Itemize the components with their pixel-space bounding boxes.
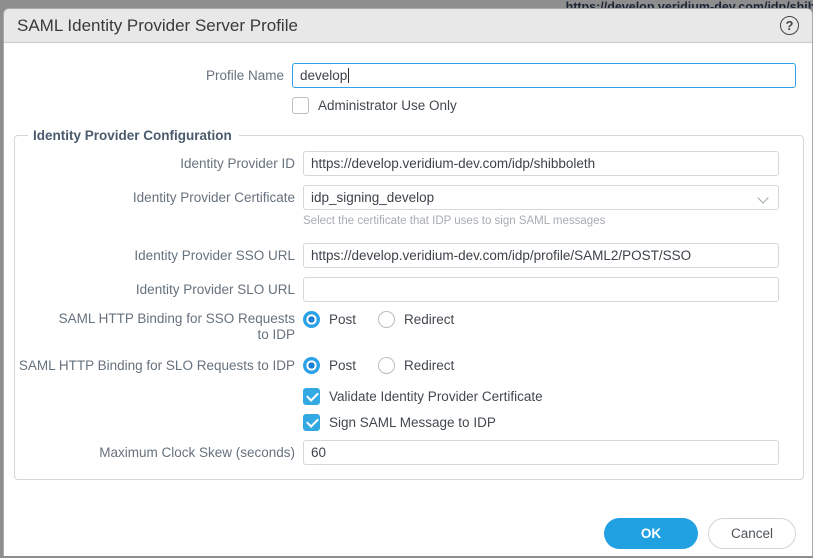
- sso-binding-radio-redirect[interactable]: [378, 311, 395, 328]
- sso-binding-label: SAML HTTP Binding for SSO Requests to ID…: [15, 311, 303, 343]
- sso-url-row: Identity Provider SSO URL: [15, 243, 779, 268]
- slo-binding-label: SAML HTTP Binding for SLO Requests to ID…: [15, 358, 303, 374]
- admin-use-only-checkbox[interactable]: [292, 97, 309, 114]
- sso-binding-radio-post[interactable]: [303, 311, 320, 328]
- idp-config-legend: Identity Provider Configuration: [28, 128, 239, 143]
- clock-skew-row: Maximum Clock Skew (seconds): [15, 440, 779, 465]
- idp-id-row: Identity Provider ID: [15, 151, 779, 176]
- profile-name-row: Profile Name: [4, 63, 796, 88]
- dialog-body: Profile Name Administrator Use Only Iden…: [4, 43, 812, 549]
- help-icon[interactable]: ?: [780, 16, 799, 35]
- slo-url-label: Identity Provider SLO URL: [15, 282, 303, 298]
- admin-use-only-label[interactable]: Administrator Use Only: [318, 98, 457, 113]
- validate-cert-checkbox[interactable]: [303, 388, 320, 405]
- idp-id-label: Identity Provider ID: [15, 156, 303, 172]
- slo-binding-radio-post[interactable]: [303, 357, 320, 374]
- sso-url-label: Identity Provider SSO URL: [15, 248, 303, 264]
- idp-id-input[interactable]: [303, 151, 779, 176]
- text-caret: [348, 68, 349, 83]
- sso-binding-row: SAML HTTP Binding for SSO Requests to ID…: [15, 311, 779, 343]
- ok-button[interactable]: OK: [604, 518, 698, 549]
- cancel-button[interactable]: Cancel: [708, 518, 796, 549]
- idp-config-fieldset: Identity Provider Configuration Identity…: [14, 128, 804, 480]
- sign-saml-label[interactable]: Sign SAML Message to IDP: [329, 415, 496, 430]
- dialog-titlebar: SAML Identity Provider Server Profile ?: [4, 9, 812, 43]
- validate-cert-label[interactable]: Validate Identity Provider Certificate: [329, 389, 543, 404]
- admin-only-row: Administrator Use Only: [4, 97, 796, 114]
- idp-certificate-value: idp_signing_develop: [311, 190, 434, 205]
- idp-certificate-row: Identity Provider Certificate idp_signin…: [15, 185, 779, 210]
- profile-name-input[interactable]: [292, 63, 796, 88]
- sign-saml-checkbox[interactable]: [303, 414, 320, 431]
- slo-binding-post-label[interactable]: Post: [329, 358, 356, 373]
- idp-certificate-label: Identity Provider Certificate: [15, 190, 303, 206]
- certificate-help-row: Select the certificate that IDP uses to …: [15, 212, 779, 227]
- validate-cert-row: Validate Identity Provider Certificate: [15, 388, 779, 405]
- profile-name-label: Profile Name: [4, 68, 292, 84]
- saml-idp-profile-dialog: SAML Identity Provider Server Profile ? …: [3, 8, 813, 556]
- screen: https://develop.veridium-dev.com/idp/shi…: [0, 0, 813, 558]
- clock-skew-label: Maximum Clock Skew (seconds): [15, 445, 303, 461]
- chevron-down-icon: [757, 192, 768, 203]
- dialog-title: SAML Identity Provider Server Profile: [17, 16, 298, 36]
- sso-binding-redirect-label[interactable]: Redirect: [404, 312, 454, 327]
- certificate-help-text: Select the certificate that IDP uses to …: [303, 212, 779, 227]
- slo-binding-row: SAML HTTP Binding for SLO Requests to ID…: [15, 357, 779, 374]
- clock-skew-input[interactable]: [303, 440, 779, 465]
- slo-url-input[interactable]: [303, 277, 779, 302]
- slo-binding-radio-redirect[interactable]: [378, 357, 395, 374]
- idp-certificate-select[interactable]: idp_signing_develop: [303, 185, 779, 210]
- sign-saml-row: Sign SAML Message to IDP: [15, 414, 779, 431]
- sso-url-input[interactable]: [303, 243, 779, 268]
- slo-binding-redirect-label[interactable]: Redirect: [404, 358, 454, 373]
- slo-url-row: Identity Provider SLO URL: [15, 277, 779, 302]
- button-row: OK Cancel: [4, 518, 796, 549]
- sso-binding-post-label[interactable]: Post: [329, 312, 356, 327]
